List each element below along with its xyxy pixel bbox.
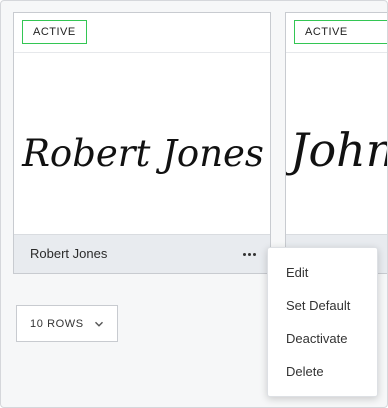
status-badge: ACTIVE [294,20,387,44]
rows-per-page-label: 10 ROWS [30,317,84,330]
menu-item-set-default[interactable]: Set Default [268,289,377,322]
status-badge: ACTIVE [22,20,87,44]
signature-card[interactable]: ACTIVE Robert Jones Robert Jones [13,12,271,274]
more-options-button[interactable] [238,244,260,264]
menu-item-edit[interactable]: Edit [268,256,377,289]
signature-text: Robert Jones [21,132,264,175]
signature-card[interactable]: ACTIVE John [285,12,388,274]
menu-item-delete[interactable]: Delete [268,355,377,388]
context-menu: Edit Set Default Deactivate Delete [267,247,378,397]
menu-item-deactivate[interactable]: Deactivate [268,322,377,355]
rows-per-page-select[interactable]: 10 ROWS [16,305,118,342]
card-header: ACTIVE [14,13,270,53]
card-header: ACTIVE [286,13,387,53]
chevron-down-icon [94,321,103,327]
signature-text: John [286,123,388,177]
signature-holder-name: Robert Jones [30,246,108,261]
signatures-panel: ACTIVE Robert Jones Robert Jones ACTIVE … [0,0,388,408]
signature-image: John [286,53,388,235]
ellipsis-horizontal-icon [242,252,256,256]
signature-image: Robert Jones [14,53,270,235]
card-footer: Robert Jones [14,234,270,273]
